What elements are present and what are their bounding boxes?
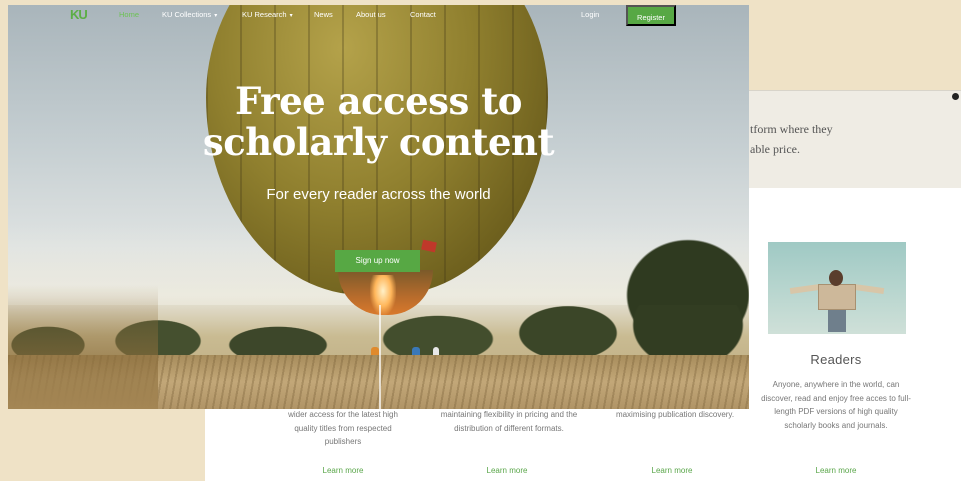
about-text: tform where they able price.: [750, 119, 950, 159]
hero-title-line-2: scholarly content: [202, 120, 555, 164]
sign-up-button[interactable]: Sign up now: [335, 250, 420, 272]
hero-subtitle: For every reader across the world: [266, 186, 491, 203]
chevron-down-icon: ▾: [289, 13, 293, 19]
readers-image-wing-left: [789, 283, 821, 295]
hero-section: KU Home KU Collections ▾ KU Research ▾ New…: [8, 5, 749, 409]
readers-image-legs: [828, 310, 846, 332]
column-text-2: maintaining flexibility in pricing and t…: [440, 410, 578, 433]
bullet-dot: [952, 93, 959, 100]
nav-item-ku-research-label: KU Research: [242, 10, 287, 19]
learn-more-link-readers[interactable]: Learn more: [796, 466, 876, 475]
login-link[interactable]: Login: [581, 10, 599, 19]
nav-item-contact[interactable]: Contact: [410, 10, 436, 19]
nav-item-news[interactable]: News: [314, 10, 333, 19]
nav-item-ku-research[interactable]: KU Research ▾: [242, 10, 293, 19]
readers-image: [768, 242, 906, 334]
ku-logo[interactable]: KU: [70, 8, 90, 22]
chevron-down-icon: ▾: [214, 13, 218, 19]
readers-image-head: [829, 270, 843, 286]
grass-foreground-left: [8, 285, 158, 409]
nav-item-home[interactable]: Home: [119, 10, 139, 19]
about-text-line-1: tform where they: [750, 122, 833, 136]
readers-image-box: [818, 284, 856, 310]
readers-title: Readers: [810, 352, 862, 367]
about-text-line-2: able price.: [750, 142, 800, 156]
readers-text: Anyone, anywhere in the world, can disco…: [761, 380, 911, 430]
column-text-3: maximising publication discovery.: [615, 410, 735, 419]
hero-title: Free access to scholarly content: [8, 81, 749, 163]
nav-item-about-us[interactable]: About us: [356, 10, 386, 19]
register-button[interactable]: Register: [626, 5, 676, 26]
nav-item-ku-collections-label: KU Collections: [162, 10, 212, 19]
nav-item-ku-collections[interactable]: KU Collections ▾: [162, 10, 217, 19]
hero-title-line-1: Free access to: [235, 79, 522, 123]
learn-more-link-1[interactable]: Learn more: [303, 466, 383, 475]
column-text-1: wider access for the latest high quality…: [288, 410, 398, 446]
readers-image-wing-right: [853, 283, 885, 295]
balloon-rope: [379, 305, 381, 409]
learn-more-link-3[interactable]: Learn more: [632, 466, 712, 475]
learn-more-link-2[interactable]: Learn more: [467, 466, 547, 475]
